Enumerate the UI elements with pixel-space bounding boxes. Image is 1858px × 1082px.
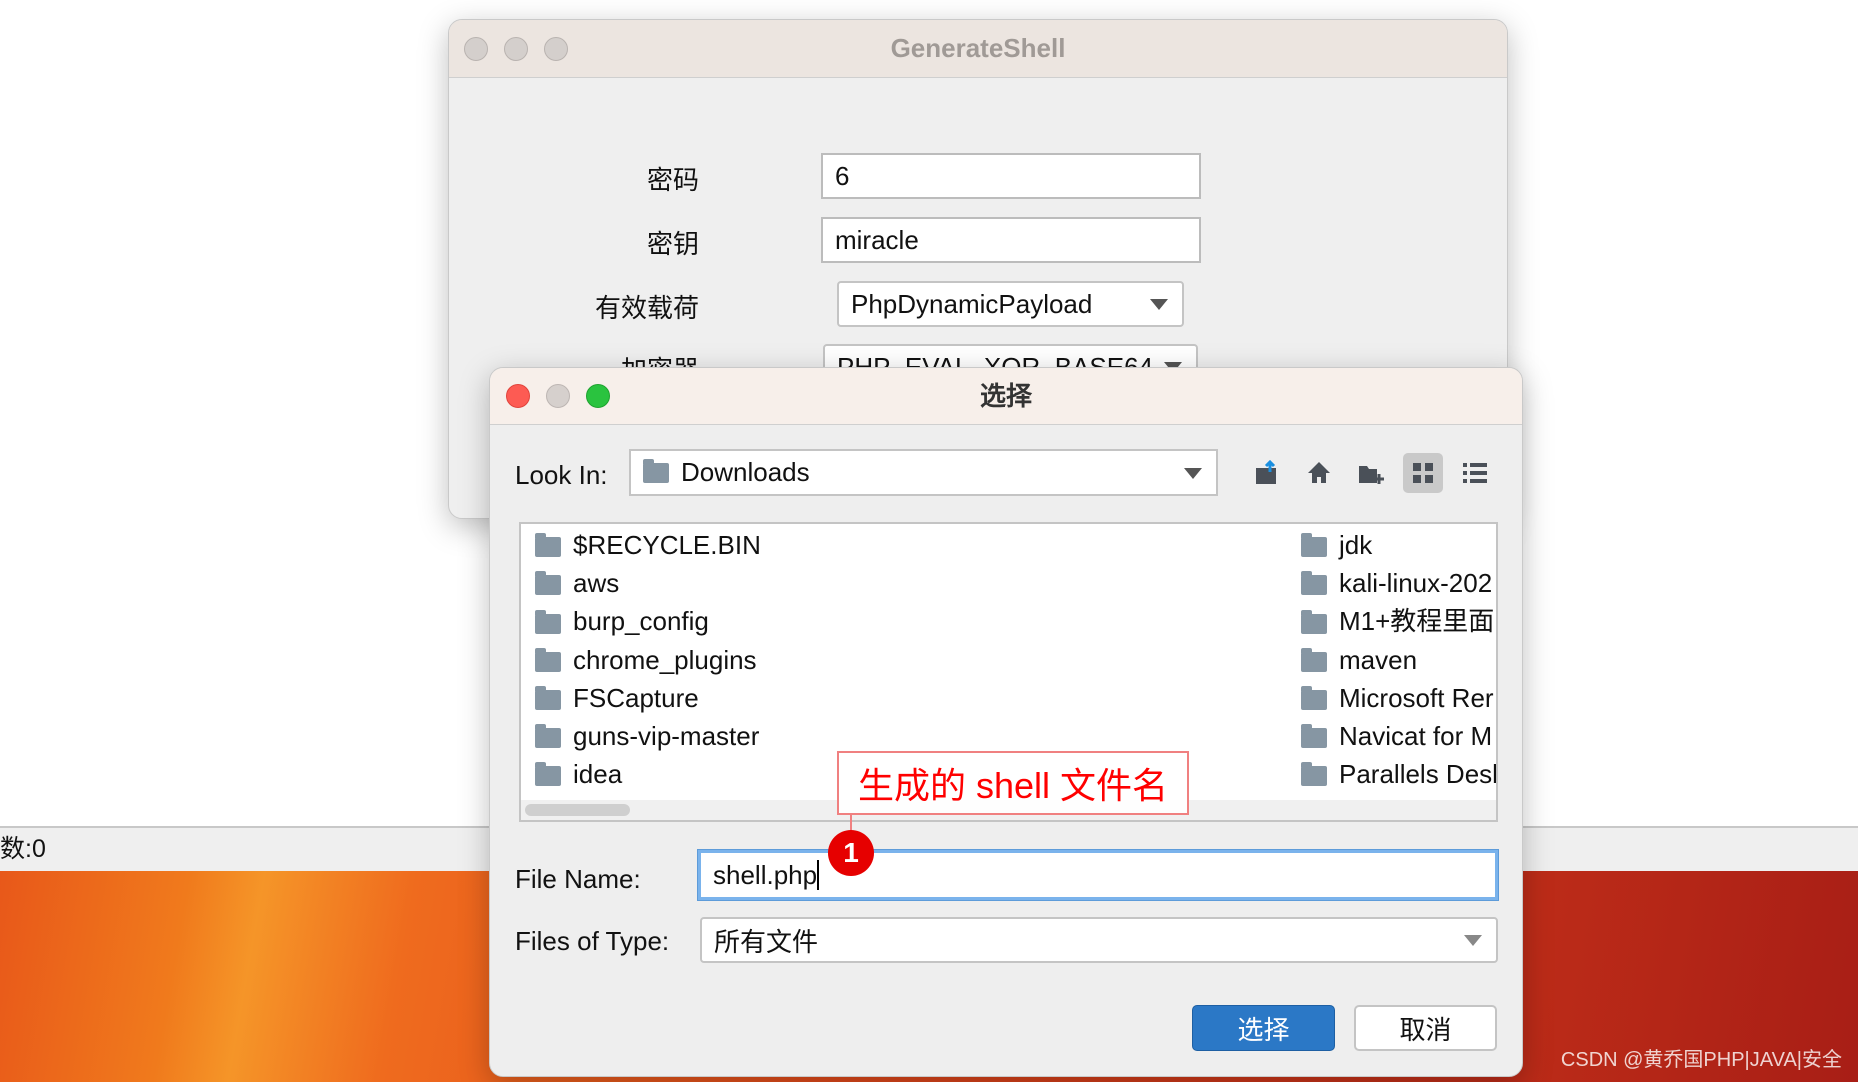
file-name-value: shell.php: [713, 859, 818, 890]
folder-icon: [535, 762, 561, 787]
folder-icon: [535, 647, 561, 672]
up-folder-icon[interactable]: [1247, 453, 1287, 493]
file-name: FSCapture: [573, 682, 699, 713]
file-name-input[interactable]: shell.php: [698, 850, 1498, 900]
file-list-item[interactable]: aws: [535, 568, 619, 598]
file-name: $RECYCLE.BIN: [573, 530, 761, 560]
folder-icon: [1301, 647, 1327, 672]
file-list-item[interactable]: FSCapture: [535, 683, 699, 713]
folder-icon: [1301, 762, 1327, 787]
home-icon[interactable]: [1299, 453, 1339, 493]
window-title: GenerateShell: [890, 33, 1066, 63]
file-list-item[interactable]: idea: [535, 759, 622, 789]
dialog-title: 选择: [979, 381, 1032, 411]
text-cursor: [817, 860, 820, 890]
file-chooser-dialog: 选择 Look In: Downloads $RECYCLE.BIN aws bur…: [489, 367, 1523, 1077]
file-type-value: 所有文件: [714, 926, 819, 957]
file-list-item[interactable]: chrome_plugins: [535, 645, 757, 675]
password-label: 密码: [646, 165, 699, 195]
key-input[interactable]: miracle: [821, 217, 1201, 263]
file-list-item[interactable]: burp_config: [535, 606, 709, 636]
file-name: kali-linux-202: [1339, 568, 1493, 599]
file-list-item[interactable]: Parallels Desl: [1301, 759, 1498, 790]
file-name: jdk: [1339, 530, 1373, 560]
zoom-button[interactable]: [544, 37, 568, 61]
grid-view-icon[interactable]: [1403, 453, 1443, 493]
file-list-item[interactable]: $RECYCLE.BIN: [535, 530, 761, 560]
file-list-item[interactable]: Navicat for M: [1301, 721, 1492, 751]
file-name: maven: [1339, 644, 1418, 675]
chevron-down-icon: [1464, 935, 1482, 946]
folder-icon: [535, 685, 561, 710]
file-list-item[interactable]: guns-vip-master: [535, 721, 759, 751]
folder-icon: [643, 458, 669, 483]
confirm-button[interactable]: 选择: [1192, 1005, 1335, 1051]
look-in-select[interactable]: Downloads: [629, 449, 1218, 496]
file-list-item[interactable]: jdk: [1301, 530, 1372, 560]
file-list-item[interactable]: kali-linux-202: [1301, 568, 1492, 598]
minimize-button[interactable]: [504, 37, 528, 61]
file-name: Parallels Desl: [1339, 759, 1498, 790]
file-type-select[interactable]: 所有文件: [700, 917, 1498, 963]
file-name: Microsoft Rer: [1339, 682, 1494, 713]
folder-icon: [1301, 609, 1327, 634]
file-name-label: File Name:: [515, 864, 641, 894]
folder-icon: [1301, 685, 1327, 710]
file-list-item[interactable]: M1+教程里面: [1301, 606, 1494, 636]
folder-icon: [1301, 724, 1327, 749]
folder-icon: [535, 724, 561, 749]
payload-label: 有效载荷: [594, 293, 699, 323]
look-in-value: Downloads: [681, 457, 810, 487]
list-view-icon[interactable]: [1455, 453, 1495, 493]
folder-icon: [1301, 533, 1327, 558]
file-name: chrome_plugins: [573, 644, 757, 675]
file-name: aws: [573, 568, 620, 599]
chevron-down-icon: [1150, 299, 1168, 310]
folder-icon: [535, 533, 561, 558]
file-name: Navicat for M: [1339, 721, 1493, 751]
close-button[interactable]: [506, 384, 530, 408]
zoom-button[interactable]: [586, 384, 610, 408]
file-list-item[interactable]: maven: [1301, 645, 1417, 675]
scrollbar-thumb[interactable]: [525, 804, 630, 816]
status-text: 数:0: [0, 835, 46, 863]
look-in-label: Look In:: [515, 460, 608, 490]
file-name: burp_config: [573, 606, 709, 637]
file-name: M1+教程里面: [1339, 606, 1495, 637]
folder-icon: [535, 571, 561, 596]
cancel-button[interactable]: 取消: [1354, 1005, 1497, 1051]
watermark: CSDN @黄乔国PHP|JAVA|安全: [1560, 1049, 1842, 1071]
folder-icon: [1301, 571, 1327, 596]
annotation-badge: 1: [828, 830, 874, 876]
file-name: guns-vip-master: [573, 721, 760, 751]
key-label: 密钥: [646, 229, 699, 259]
payload-value: PhpDynamicPayload: [851, 288, 1093, 319]
dialog-title-bar: 选择: [490, 368, 1522, 425]
title-bar: GenerateShell: [449, 20, 1507, 78]
chevron-down-icon: [1184, 467, 1202, 479]
new-folder-icon[interactable]: [1351, 453, 1391, 493]
annotation-callout: 生成的 shell 文件名: [837, 751, 1189, 815]
minimize-button[interactable]: [546, 384, 570, 408]
payload-select[interactable]: PhpDynamicPayload: [837, 281, 1184, 327]
file-name: idea: [573, 759, 623, 790]
file-type-label: Files of Type:: [515, 926, 670, 956]
key-value: miracle: [835, 224, 919, 255]
password-input[interactable]: 6: [821, 153, 1201, 199]
close-button[interactable]: [464, 37, 488, 61]
folder-icon: [535, 609, 561, 634]
file-list-item[interactable]: Microsoft Rer: [1301, 683, 1494, 713]
password-value: 6: [835, 160, 850, 191]
